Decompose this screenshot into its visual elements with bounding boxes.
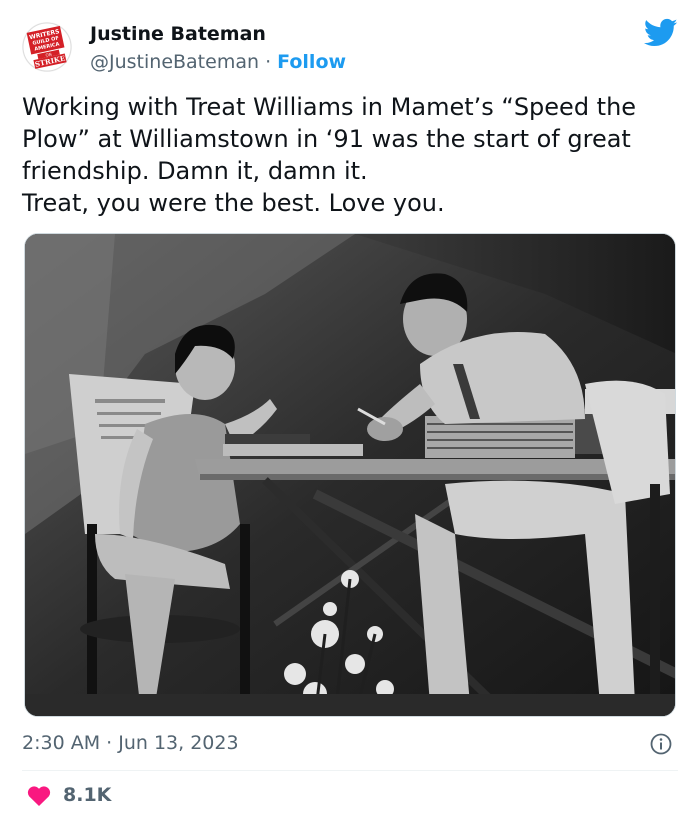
divider <box>22 770 678 771</box>
info-icon[interactable] <box>650 733 672 755</box>
tweet-text-line: Plow” at Williamstown in ‘91 was the sta… <box>22 125 631 153</box>
separator-dot: · <box>265 51 272 73</box>
tweet-photo[interactable] <box>24 233 676 717</box>
follow-button[interactable]: Follow <box>277 51 346 73</box>
avatar-image: WRITERS GUILD OF AMERICA ON STRIKE <box>22 22 72 72</box>
tweet-timestamp[interactable]: 2:30 AM · Jun 13, 2023 <box>22 731 239 755</box>
author-handle[interactable]: @JustineBateman <box>90 51 259 73</box>
tweet-text-line: Working with Treat Williams in Mamet’s “… <box>22 93 637 121</box>
author-name[interactable]: Justine Bateman <box>90 22 266 46</box>
tweet-text-line: Treat, you were the best. Love you. <box>22 189 445 217</box>
avatar[interactable]: WRITERS GUILD OF AMERICA ON STRIKE <box>22 22 72 72</box>
twitter-bird-icon[interactable] <box>644 18 678 48</box>
stage-photo-image <box>25 234 675 716</box>
tweet-text: Working with Treat Williams in Mamet’s “… <box>22 91 682 219</box>
author-handle-row: @JustineBateman · Follow <box>90 50 346 74</box>
like-count[interactable]: 8.1K <box>63 783 111 807</box>
tweet-text-line: friendship. Damn it, damn it. <box>22 157 368 185</box>
heart-icon[interactable] <box>27 786 51 806</box>
